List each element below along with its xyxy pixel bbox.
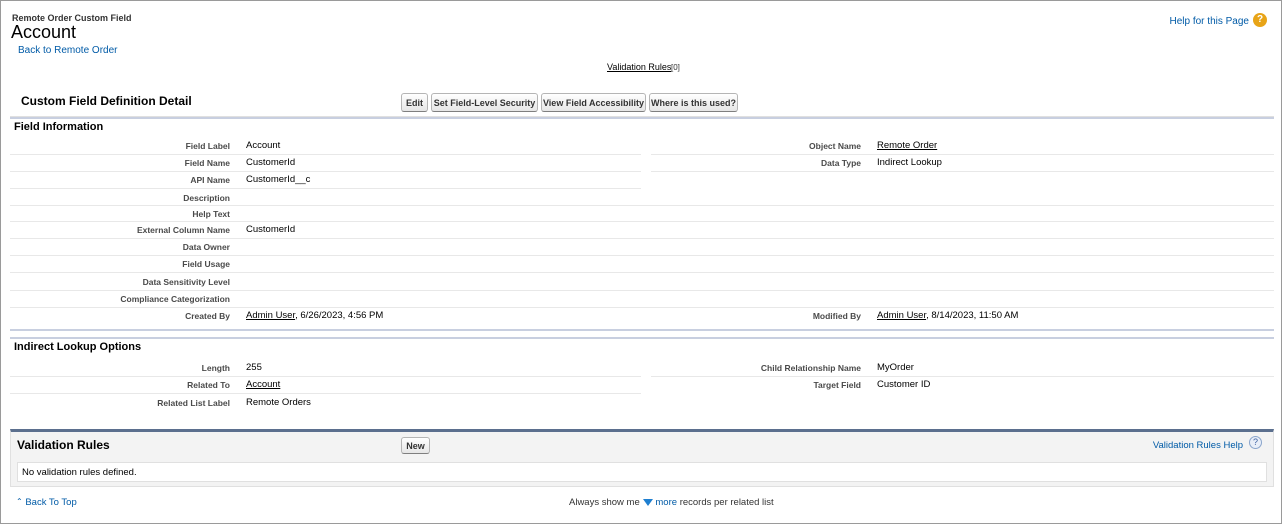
validation-rules-empty-message: No validation rules defined.: [17, 462, 1267, 482]
modified-by-label: Modified By: [812, 311, 861, 321]
created-by-label: Created By: [185, 311, 230, 321]
created-by-date: , 6/26/2023, 4:56 PM: [295, 310, 384, 321]
triangle-down-icon[interactable]: [643, 499, 654, 506]
data-type-value: Indirect Lookup: [877, 157, 942, 168]
page-title: Account: [11, 22, 77, 42]
field-name-label: Field Name: [184, 158, 230, 168]
row-divider: [10, 188, 641, 189]
detail-panel-header: Custom Field Definition Detail Edit Set …: [10, 87, 1274, 117]
row-divider: [10, 376, 641, 377]
records-per-related-list-text: records per related list: [679, 497, 774, 508]
page-frame: Remote Order Custom Field Account Back t…: [0, 0, 1282, 524]
object-name-label: Object Name: [809, 141, 861, 151]
validation-rules-title: Validation Rules: [17, 438, 110, 452]
external-column-name-label: External Column Name: [136, 225, 230, 235]
description-label: Description: [183, 193, 230, 203]
validation-rules-count: [0]: [671, 63, 680, 72]
row-divider: [651, 376, 1274, 377]
records-per-list-control: Always show me more records per related …: [569, 497, 774, 508]
where-is-this-used-button[interactable]: Where is this used?: [649, 93, 738, 112]
view-field-accessibility-button[interactable]: View Field Accessibility: [541, 93, 646, 112]
related-to-label: Related To: [187, 380, 230, 390]
compliance-categorization-label: Compliance Categorization: [120, 294, 230, 304]
field-label-value: Account: [246, 140, 281, 151]
more-records-link[interactable]: more: [655, 497, 677, 508]
row-divider: [10, 238, 1274, 239]
row-divider: [651, 171, 1274, 172]
field-name-value: CustomerId: [246, 157, 296, 168]
child-relationship-name-label: Child Relationship Name: [760, 363, 861, 373]
field-usage-label: Field Usage: [182, 259, 230, 269]
row-divider: [10, 205, 1274, 206]
new-validation-rule-button[interactable]: New: [401, 437, 430, 454]
row-divider: [10, 171, 641, 172]
always-show-text: Always show me: [569, 497, 640, 508]
row-divider: [10, 255, 1274, 256]
target-field-label: Target Field: [813, 380, 861, 390]
modified-by-user-link[interactable]: Admin User: [877, 310, 926, 321]
data-type-label: Data Type: [821, 158, 861, 168]
custom-field-detail-panel: Custom Field Definition Detail Edit Set …: [10, 87, 1274, 331]
target-field-value: Customer ID: [877, 379, 931, 390]
help-icon[interactable]: ?: [1253, 13, 1267, 27]
indirect-lookup-options-section: Indirect Lookup Options Length 255 Relat…: [10, 337, 1274, 417]
detail-panel-title: Custom Field Definition Detail: [21, 94, 192, 108]
validation-rules-help-link[interactable]: Validation Rules Help: [1153, 440, 1243, 451]
child-relationship-name-value: MyOrder: [877, 362, 914, 373]
api-name-label: API Name: [190, 175, 230, 185]
data-owner-label: Data Owner: [182, 242, 230, 252]
caret-up-icon: ⌃: [16, 497, 23, 506]
external-column-name-value: CustomerId: [246, 224, 296, 235]
related-to-link[interactable]: Account: [246, 379, 280, 390]
created-by-user-link[interactable]: Admin User: [246, 310, 295, 321]
row-divider: [10, 290, 1274, 291]
edit-button[interactable]: Edit: [401, 93, 428, 112]
length-label: Length: [201, 363, 230, 373]
modified-by-date: , 8/14/2023, 11:50 AM: [926, 310, 1019, 321]
related-list-label-label: Related List Label: [157, 398, 230, 408]
help-for-this-page-link[interactable]: Help for this Page: [1170, 16, 1250, 27]
indirect-lookup-options-header: Indirect Lookup Options: [10, 337, 1274, 355]
back-to-remote-order-link[interactable]: Back to Remote Order: [18, 45, 117, 56]
field-information-section-header: Field Information: [10, 117, 1274, 135]
back-to-top[interactable]: ⌃ Back To Top: [16, 497, 77, 508]
help-text-label: Help Text: [192, 209, 230, 219]
row-divider: [10, 307, 1274, 308]
validation-rules-related-link[interactable]: Validation Rules: [607, 62, 671, 72]
length-value: 255: [246, 362, 262, 373]
row-divider: [10, 393, 641, 394]
related-list-label-value: Remote Orders: [246, 397, 311, 408]
set-field-level-security-button[interactable]: Set Field-Level Security: [431, 93, 538, 112]
row-divider: [10, 221, 1274, 222]
field-label-label: Field Label: [185, 141, 230, 151]
api-name-value: CustomerId__c: [246, 174, 311, 185]
row-divider: [10, 154, 641, 155]
data-sensitivity-level-label: Data Sensitivity Level: [142, 277, 230, 287]
validation-rules-help-icon[interactable]: ?: [1249, 436, 1262, 449]
validation-rules-panel: Validation Rules New Validation Rules He…: [10, 429, 1274, 487]
modified-by-value: Admin User, 8/14/2023, 11:50 AM: [877, 310, 1018, 321]
row-divider: [10, 272, 1274, 273]
row-divider: [651, 154, 1274, 155]
object-name-link[interactable]: Remote Order: [877, 140, 937, 151]
created-by-value: Admin User, 6/26/2023, 4:56 PM: [246, 310, 383, 321]
back-to-top-link[interactable]: Back To Top: [25, 497, 76, 508]
